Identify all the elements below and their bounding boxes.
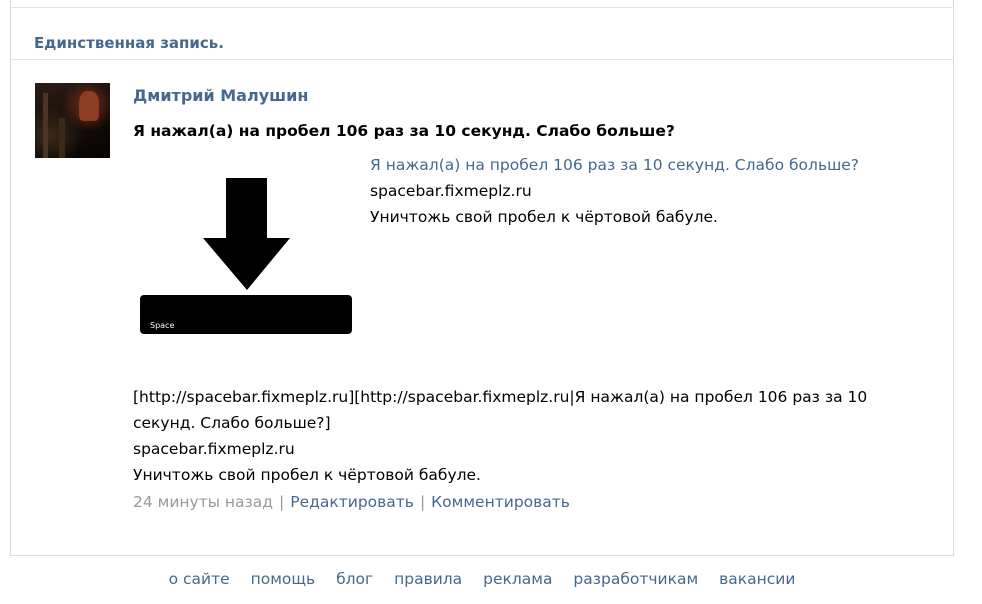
- post-body-line: секунд. Слабо больше?]: [133, 414, 331, 432]
- link-preview: Я нажал(а) на пробел 106 раз за 10 секун…: [370, 152, 859, 230]
- section-title: Единственная запись.: [34, 34, 224, 52]
- edit-link[interactable]: Редактировать: [290, 493, 414, 511]
- footer-link-rules[interactable]: правила: [394, 570, 462, 588]
- section-divider: [11, 59, 953, 60]
- comment-link[interactable]: Комментировать: [431, 493, 570, 511]
- footer-link-about[interactable]: о сайте: [169, 570, 230, 588]
- post-meta: 24 минуты назад | Редактировать | Комментиро…: [133, 493, 570, 511]
- spacebar-arrow-icon: Space: [133, 158, 360, 363]
- link-preview-title[interactable]: Я нажал(а) на пробел 106 раз за 10 секун…: [370, 152, 859, 178]
- link-preview-description: Уничтожь свой пробел к чёртовой бабуле.: [370, 208, 718, 226]
- meta-separator: |: [279, 493, 285, 511]
- post-body-line: [http://spacebar.fixmeplz.ru][http://spa…: [133, 388, 868, 406]
- footer-link-developers[interactable]: разработчикам: [573, 570, 698, 588]
- top-divider: [10, 7, 954, 8]
- link-preview-domain: spacebar.fixmeplz.ru: [370, 182, 532, 200]
- post-time: 24 минуты назад: [133, 493, 274, 511]
- post-body-line: Уничтожь свой пробел к чёртовой бабуле.: [133, 466, 481, 484]
- link-preview-image[interactable]: Space: [133, 158, 360, 363]
- footer-nav: о сайте помощь блог правила реклама разр…: [0, 570, 964, 588]
- author-avatar[interactable]: [35, 83, 110, 158]
- meta-separator: |: [419, 493, 426, 511]
- author-name-link[interactable]: Дмитрий Малушин: [133, 86, 308, 105]
- post-body-line: spacebar.fixmeplz.ru: [133, 440, 295, 458]
- footer-link-jobs[interactable]: вакансии: [719, 570, 795, 588]
- footer-link-blog[interactable]: блог: [336, 570, 373, 588]
- post-body: [http://spacebar.fixmeplz.ru][http://spa…: [133, 384, 873, 488]
- footer-link-ads[interactable]: реклама: [483, 570, 552, 588]
- page: Единственная запись. Дмитрий Малушин Я н…: [0, 0, 982, 604]
- footer-link-help[interactable]: помощь: [251, 570, 316, 588]
- post-title: Я нажал(а) на пробел 106 раз за 10 секун…: [133, 122, 675, 140]
- space-key-label: Space: [150, 321, 174, 330]
